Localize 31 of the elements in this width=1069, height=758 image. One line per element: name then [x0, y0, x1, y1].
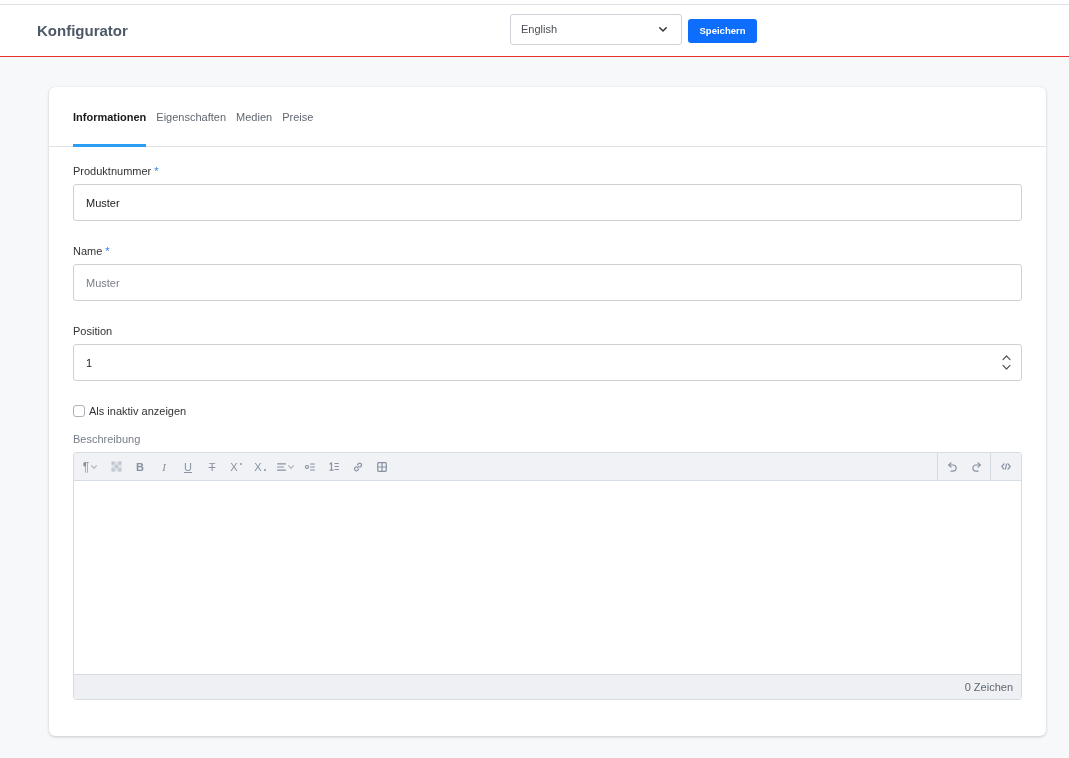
table-icon	[377, 461, 387, 472]
tab[interactable]: Medien	[236, 110, 273, 147]
field-label: Produktnummer	[73, 164, 152, 178]
field-label: Position	[73, 324, 113, 338]
caret-icon	[287, 464, 294, 469]
caret-icon	[91, 464, 98, 469]
chevron-down-icon	[659, 27, 667, 32]
tab[interactable]: Eigenschaften	[156, 110, 227, 147]
field-label: Name	[73, 244, 103, 258]
character-count: 0 Zeichen	[964, 681, 1013, 693]
required-mark: *	[154, 164, 159, 178]
bullet-list-icon	[305, 462, 315, 471]
redo-icon	[971, 461, 981, 472]
align-icon	[276, 462, 286, 471]
link-icon	[353, 461, 363, 472]
input-field[interactable]: Muster	[73, 184, 1022, 221]
input-field[interactable]: Muster	[73, 264, 1022, 301]
undo-icon	[947, 461, 957, 472]
required-mark: *	[105, 244, 110, 258]
tab[interactable]: Informationen	[73, 110, 147, 147]
checker-icon	[110, 461, 122, 472]
checkbox[interactable]	[73, 405, 85, 417]
number-field[interactable]: 1	[73, 344, 1022, 381]
save-button[interactable]: Speichern	[688, 18, 757, 43]
field-label: Beschreibung	[73, 432, 142, 446]
tab[interactable]: Preise	[282, 110, 314, 147]
page-title: Konfigurator	[37, 22, 128, 39]
checkbox-label[interactable]: Als inaktiv anzeigen	[89, 404, 187, 418]
code-icon	[1001, 463, 1011, 470]
language-select[interactable]: English	[510, 14, 682, 45]
numbered-list-icon	[329, 462, 339, 471]
